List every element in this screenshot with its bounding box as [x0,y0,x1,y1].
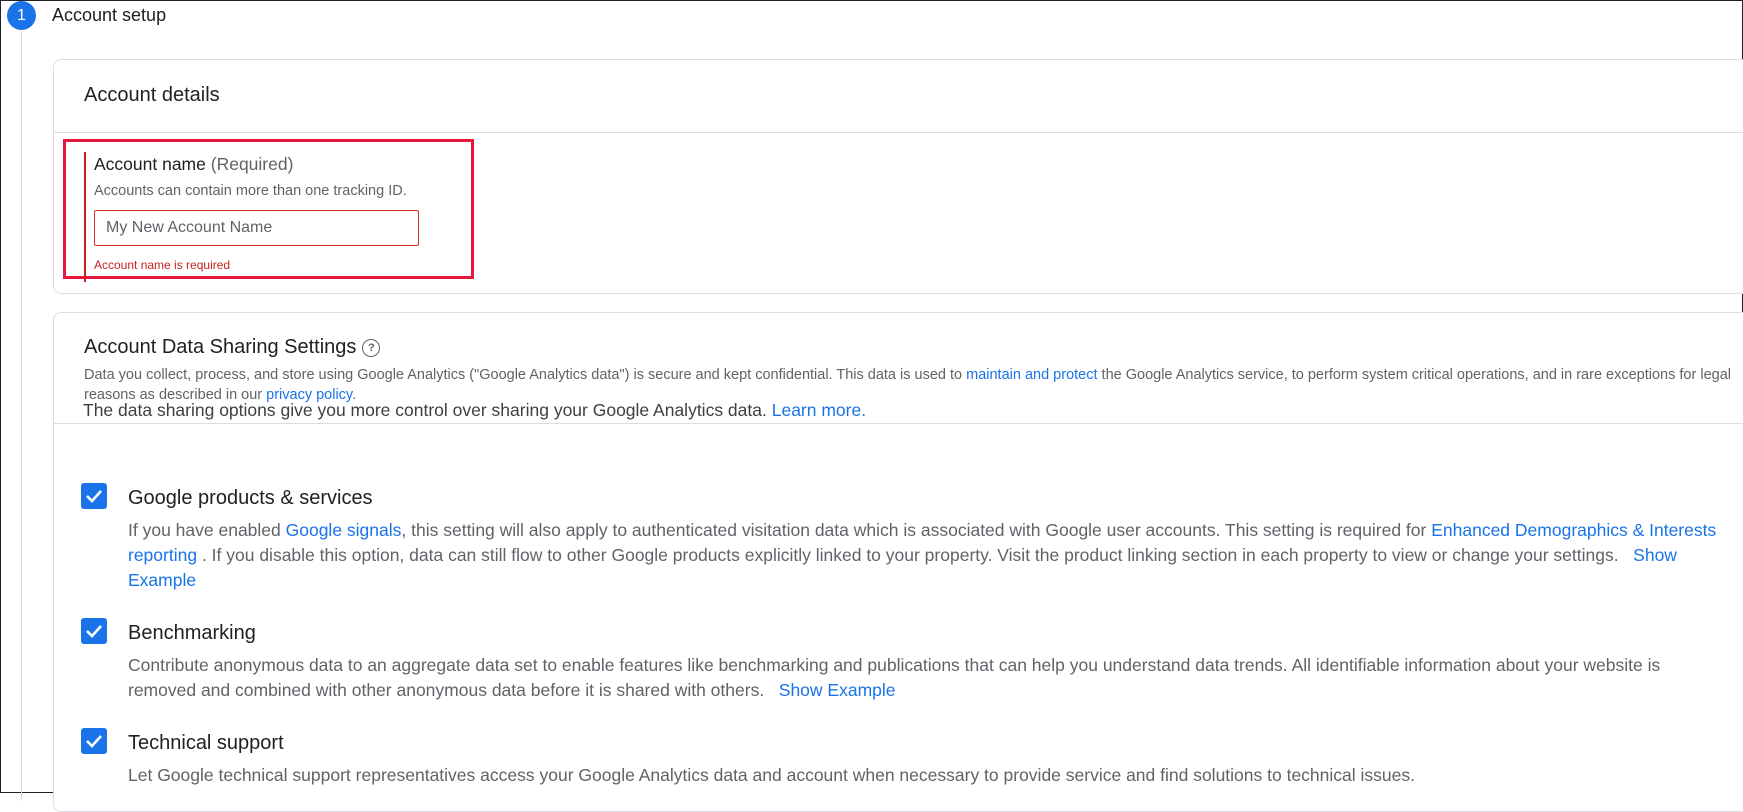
step-rail [21,31,22,801]
account-name-field: Account name (Required) Accounts can con… [84,152,419,282]
desc-text: , this setting will also apply to authen… [401,520,1432,540]
account-name-label: Account name (Required) [94,154,293,175]
check-icon [86,490,102,503]
desc-text-1: Data you collect, process, and store usi… [84,367,967,383]
show-example-link[interactable]: Show Example [779,680,896,700]
account-details-header: Account details [54,60,1743,133]
option-title: Benchmarking [128,622,256,644]
google-signals-link[interactable]: Google signals [286,520,402,540]
maintain-and-protect-link[interactable]: maintain and protect [966,367,1097,383]
option-description: If you have enabled Google signals, this… [128,518,1718,593]
option-description: Let Google technical support representat… [128,765,1415,785]
option-description: Contribute anonymous data to an aggregat… [128,653,1718,703]
learn-more-link[interactable]: Learn more. [772,400,866,420]
option-title: Google products & services [128,487,373,509]
data-sharing-intro: The data sharing options give you more c… [83,400,866,421]
account-name-label-text: Account name [94,154,206,174]
desc-text: . If you disable this option, data can s… [197,545,1619,565]
required-indicator: (Required) [210,154,294,174]
account-name-help: Accounts can contain more than one track… [94,183,407,199]
option-title: Technical support [128,732,284,754]
check-icon [86,625,102,638]
data-sharing-title-text: Account Data Sharing Settings [84,336,357,358]
account-details-card: Account details Account name (Required) … [53,59,1743,294]
desc-text: If you have enabled [128,520,286,540]
step-number-badge: 1 [7,1,36,30]
benchmarking-checkbox[interactable] [81,618,107,644]
check-icon [86,735,102,748]
technical-support-checkbox[interactable] [81,728,107,754]
data-sharing-description: Data you collect, process, and store usi… [84,365,1743,405]
step-title: Account setup [52,5,167,25]
data-sharing-title: Account Data Sharing Settings? [84,336,381,359]
account-details-title: Account details [84,84,220,106]
google-products-checkbox[interactable] [81,483,107,509]
account-name-input[interactable] [94,210,419,246]
help-circle-icon[interactable]: ? [362,339,381,357]
intro-text: The data sharing options give you more c… [83,400,767,420]
account-name-error: Account name is required [94,258,231,272]
